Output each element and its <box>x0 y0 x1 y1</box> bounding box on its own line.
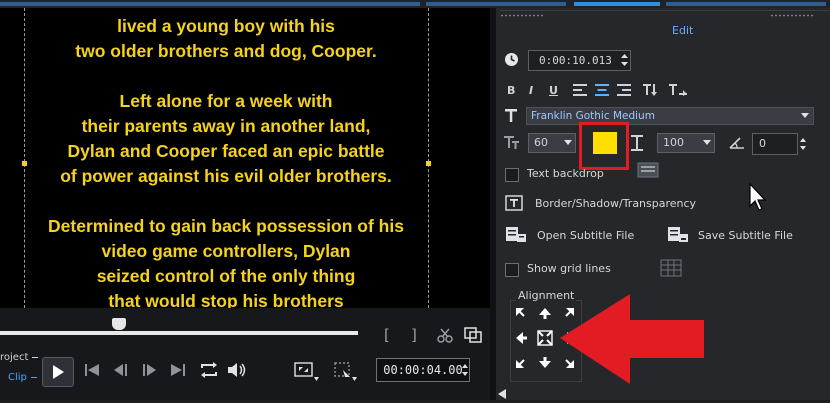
snapshot-icon[interactable] <box>464 327 482 343</box>
enlarge-icon[interactable] <box>334 362 360 382</box>
text-bounds-right <box>428 8 429 308</box>
chevron-down-icon <box>801 113 809 118</box>
border-shadow-icon <box>505 195 523 211</box>
italic-button[interactable]: I <box>529 84 533 97</box>
previous-frame-icon[interactable] <box>113 363 129 377</box>
backdrop-settings-icon[interactable] <box>637 162 659 180</box>
top-strip-segment <box>426 2 566 6</box>
top-strip-segment <box>574 2 660 6</box>
mark-in-button[interactable]: [ <box>384 326 390 344</box>
subtitle-line: Left alone for a week with <box>119 91 333 111</box>
save-subtitle-file-button[interactable]: Save Subtitle File <box>698 229 793 242</box>
panel-scroll-arrow[interactable] <box>498 384 506 403</box>
subtitle-line: of power against his evil older brothers… <box>60 166 392 186</box>
text-direction-icon[interactable] <box>643 83 661 97</box>
subtitle-text[interactable]: lived a young boy with his two older bro… <box>20 14 432 308</box>
rotation-field[interactable]: 0 <box>752 133 798 155</box>
subtitle-line <box>20 189 432 214</box>
line-spacing-dropdown[interactable]: 100 <box>657 133 715 153</box>
rotation-spinner-icon[interactable] <box>799 136 807 152</box>
underline-button[interactable]: U <box>549 84 558 97</box>
repeat-icon[interactable] <box>199 361 219 379</box>
font-name-dropdown[interactable]: Franklin Gothic Medium <box>526 107 814 125</box>
font-name-value: Franklin Gothic Medium <box>531 110 655 122</box>
clip-mode-label[interactable]: Clip <box>8 372 27 383</box>
chevron-left-icon <box>498 389 506 399</box>
border-shadow-transparency-button[interactable]: Border/Shadow/Transparency <box>535 197 696 210</box>
clip-mode-dash <box>31 377 37 378</box>
clock-icon <box>505 53 518 66</box>
chevron-down-icon <box>564 140 572 145</box>
rotation-value: 0 <box>759 137 766 150</box>
timecode-spinner-icon[interactable] <box>461 362 469 378</box>
top-strip <box>0 0 830 8</box>
scissors-icon[interactable] <box>437 327 453 343</box>
text-backdrop-checkbox[interactable] <box>505 168 519 182</box>
subtitle-line <box>20 64 432 89</box>
align-right-icon[interactable] <box>617 84 631 96</box>
text-bounds-left <box>24 8 25 308</box>
play-icon <box>53 365 64 379</box>
line-spacing-value: 100 <box>663 136 684 149</box>
line-spacing-icon <box>631 135 643 151</box>
annotation-arrow-icon <box>560 294 704 384</box>
open-subtitle-file-button[interactable]: Open Subtitle File <box>537 229 634 242</box>
open-subtitle-icon <box>506 227 526 242</box>
align-center-icon[interactable] <box>595 84 609 96</box>
save-subtitle-icon <box>668 227 688 242</box>
subtitle-line: Dylan and Cooper faced an epic battle <box>67 141 385 161</box>
top-strip-segment <box>666 2 826 6</box>
scrubber-handle[interactable] <box>112 318 126 330</box>
show-grid-lines-checkbox[interactable] <box>505 263 519 277</box>
font-size-icon <box>504 136 519 149</box>
chevron-down-icon <box>703 140 711 145</box>
subtitle-line: lived a young boy with his <box>117 16 335 36</box>
panel-grip-right[interactable] <box>770 14 814 17</box>
mouse-cursor-icon <box>749 183 767 211</box>
font-size-dropdown[interactable]: 60 <box>528 133 576 153</box>
text-backdrop-label: Text backdrop <box>527 167 604 180</box>
align-left-icon[interactable] <box>573 84 587 96</box>
font-icon <box>505 109 517 122</box>
volume-icon[interactable] <box>227 361 247 379</box>
grid-settings-icon[interactable] <box>660 259 684 279</box>
duration-field[interactable]: 0:00:10.013 <box>528 50 631 71</box>
resize-handle[interactable] <box>426 161 431 166</box>
subtitle-line: seized control of the only thing <box>96 266 356 286</box>
color-highlight-box <box>579 122 629 170</box>
bold-button[interactable]: B <box>507 84 515 97</box>
duration-value: 0:00:10.013 <box>539 54 612 67</box>
aspect-ratio-icon[interactable] <box>294 362 320 382</box>
subtitle-line: two older brothers and dog, Cooper. <box>75 41 377 61</box>
scrubber-track[interactable] <box>0 331 358 335</box>
go-to-start-icon[interactable] <box>84 363 100 377</box>
project-mode-dash <box>32 357 38 358</box>
panel-top-line <box>500 10 830 11</box>
duration-spinner-icon[interactable] <box>621 53 628 67</box>
rotation-angle-icon <box>729 137 744 149</box>
transport-bar <box>0 308 490 400</box>
panel-grip-left[interactable] <box>500 14 544 17</box>
subtitle-line: that would stop his brothers <box>108 291 344 308</box>
tab-edit[interactable]: Edit <box>672 24 693 37</box>
text-orientation-icon[interactable] <box>669 83 687 97</box>
subtitle-line: video game controllers, Dylan <box>101 241 351 261</box>
resize-handle[interactable] <box>22 161 27 166</box>
go-to-end-icon[interactable] <box>170 363 186 377</box>
video-preview[interactable]: lived a young boy with his two older bro… <box>0 8 490 308</box>
show-grid-lines-label: Show grid lines <box>527 262 611 275</box>
mark-out-button[interactable]: ] <box>411 326 417 344</box>
project-mode-label[interactable]: roject <box>0 352 28 363</box>
play-button[interactable] <box>42 357 74 387</box>
subtitle-line: their parents away in another land, <box>81 116 371 136</box>
font-size-value: 60 <box>534 136 548 149</box>
timecode-display[interactable]: 00:00:04.00 <box>376 358 470 382</box>
next-frame-icon[interactable] <box>141 363 157 377</box>
subtitle-line: Determined to gain back possession of hi… <box>48 216 404 236</box>
top-strip-segment <box>0 2 420 6</box>
